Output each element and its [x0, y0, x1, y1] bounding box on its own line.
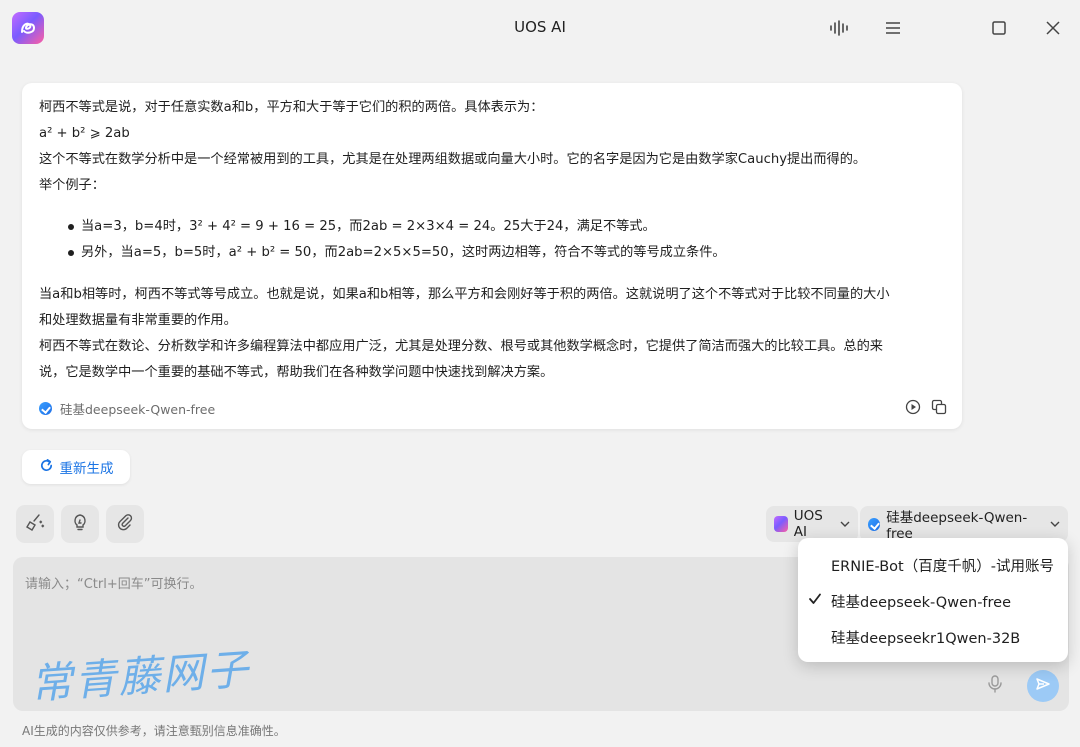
response-paragraph-line: 和处理数据量有非常重要的作用。	[39, 313, 237, 328]
response-model-tag: 硅基deepseek-Qwen-free	[39, 399, 215, 418]
model-dropdown: ERNIE-Bot（百度千帆）-试用账号 硅基deepseek-Qwen-fre…	[798, 538, 1068, 662]
paperclip-icon	[115, 512, 135, 536]
bullet-item: 另外，当a=5，b=5时，a² + b² = 50，而2ab=2×5×5=50，…	[81, 245, 726, 260]
response-card: 柯西不等式是说，对于任意实数a和b，平方和大于等于它们的积的两倍。具体表示为： …	[22, 83, 962, 429]
assistant-selector[interactable]: UOS AI	[766, 506, 858, 542]
dropdown-item-deepseek-qwen-free[interactable]: 硅基deepseek-Qwen-free	[798, 583, 1068, 619]
response-line: 柯西不等式是说，对于任意实数a和b，平方和大于等于它们的积的两倍。具体表示为：	[39, 100, 544, 115]
message-input[interactable]	[23, 571, 787, 635]
response-model-name: 硅基deepseek-Qwen-free	[60, 402, 216, 417]
maximize-icon[interactable]	[985, 14, 1013, 42]
response-line: a² + b² ⩾ 2ab	[39, 126, 130, 141]
title-bar: UOS AI	[0, 0, 1080, 56]
send-icon	[1035, 676, 1051, 696]
broom-sparkle-icon	[25, 512, 45, 536]
microphone-icon[interactable]	[981, 670, 1009, 698]
dropdown-item-label: ERNIE-Bot（百度千帆）-试用账号	[831, 558, 1054, 575]
send-button[interactable]	[1027, 670, 1059, 702]
chevron-down-icon	[1050, 516, 1060, 532]
checkmark-icon	[808, 592, 822, 610]
attach-button[interactable]	[106, 505, 144, 543]
disclaimer-text: AI生成的内容仅供参考，请注意甄别信息准确性。	[22, 724, 286, 738]
model-badge-icon	[868, 517, 881, 531]
clear-context-button[interactable]	[16, 505, 54, 543]
dropdown-item-ernie[interactable]: ERNIE-Bot（百度千帆）-试用账号	[798, 547, 1068, 583]
chevron-down-icon	[840, 516, 850, 532]
dropdown-item-deepseekr1-qwen-32b[interactable]: 硅基deepseekr1Qwen-32B	[798, 619, 1068, 655]
play-icon[interactable]	[902, 396, 924, 418]
refresh-icon	[39, 458, 54, 477]
model-selector-label: 硅基deepseek-Qwen-free	[886, 510, 1028, 542]
model-badge-icon	[39, 402, 52, 415]
assistant-selector-label: UOS AI	[793, 508, 823, 540]
bullet-dot	[68, 224, 74, 230]
voice-wave-icon[interactable]	[826, 14, 854, 42]
response-paragraph-line: 当a和b相等时，柯西不等式等号成立。也就是说，如果a和b相等，那么平方和会刚好等…	[39, 287, 890, 302]
response-line: 举个例子：	[39, 178, 105, 193]
window-title: UOS AI	[514, 18, 566, 36]
inspiration-button[interactable]	[61, 505, 99, 543]
regenerate-button[interactable]: 重新生成	[22, 450, 130, 484]
dropdown-item-label: 硅基deepseek-Qwen-free	[831, 594, 1012, 611]
uos-ai-logo-icon	[774, 516, 788, 532]
regenerate-label: 重新生成	[59, 461, 114, 477]
menu-icon[interactable]	[879, 14, 907, 42]
dropdown-item-label: 硅基deepseekr1Qwen-32B	[831, 630, 1021, 647]
model-selector[interactable]: 硅基deepseek-Qwen-free	[860, 506, 1068, 542]
close-icon[interactable]	[1039, 14, 1067, 42]
bullet-item: 当a=3，b=4时，3² + 4² = 9 + 16 = 25，而2ab = 2…	[81, 219, 656, 234]
lightbulb-icon	[70, 512, 90, 536]
response-paragraph-line: 说，它是数学中一个重要的基础不等式，帮助我们在各种数学问题中快速找到解决方案。	[39, 365, 554, 380]
response-paragraph-line: 柯西不等式在数论、分析数学和许多编程算法中都应用广泛，尤其是处理分数、根号或其他…	[39, 339, 883, 354]
response-line: 这个不等式在数学分析中是一个经常被用到的工具，尤其是在处理两组数据或向量大小时。…	[39, 152, 867, 167]
copy-icon[interactable]	[928, 396, 950, 418]
bullet-dot	[68, 250, 74, 256]
